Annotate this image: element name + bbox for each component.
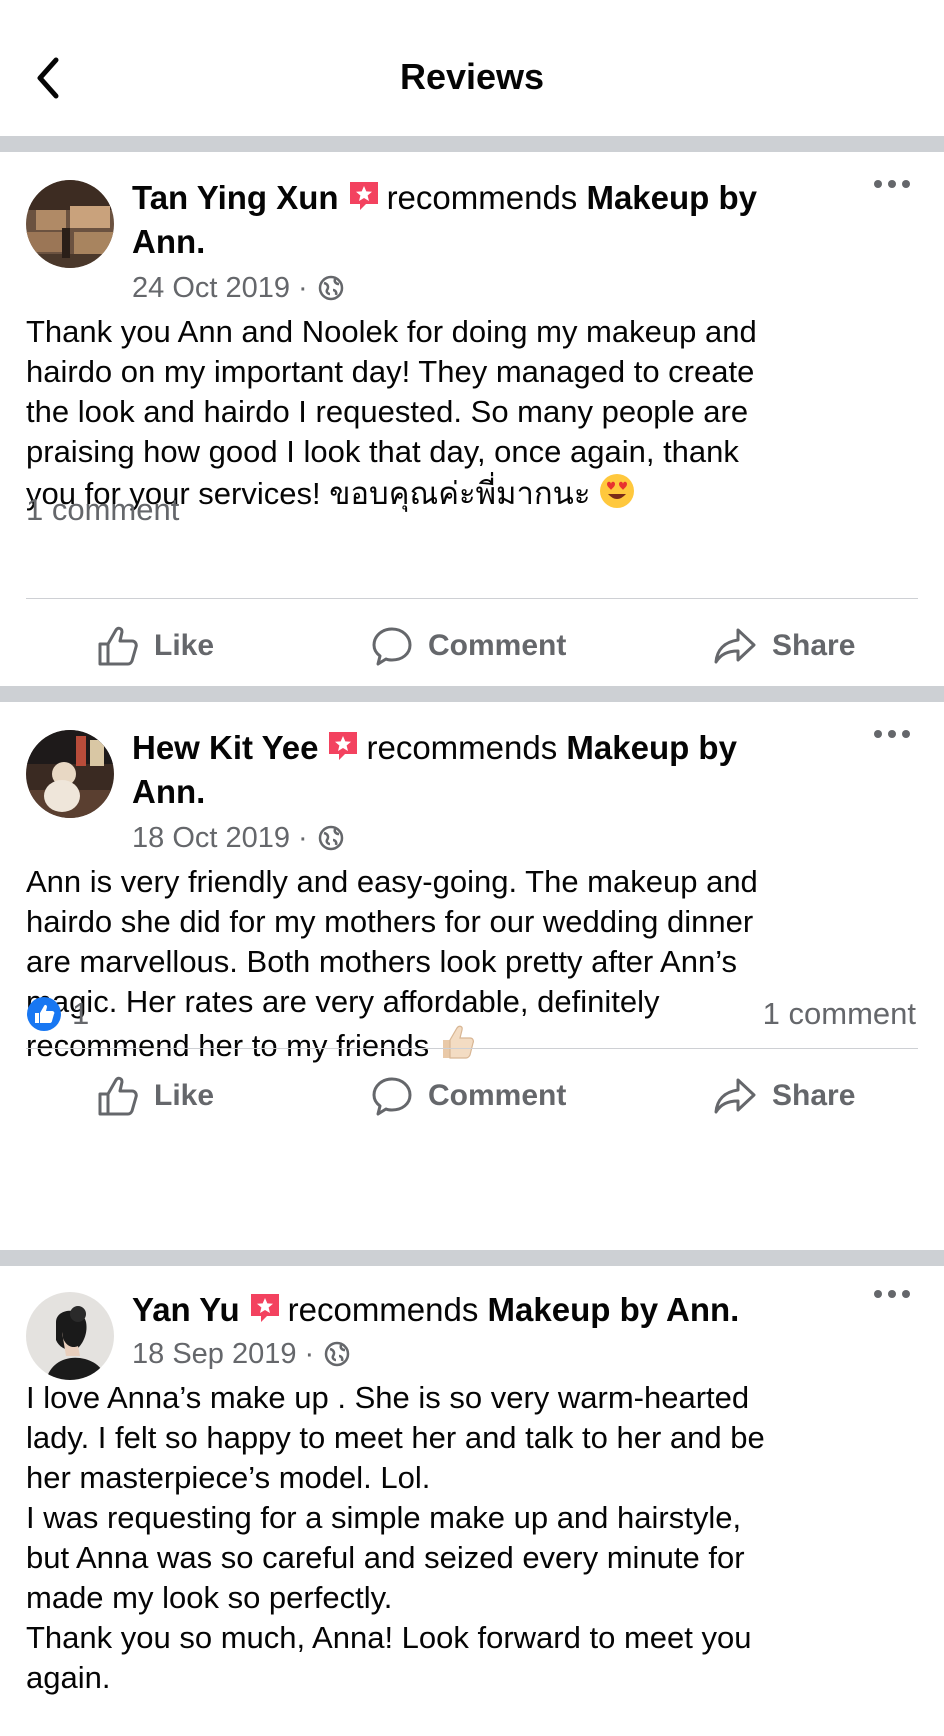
page-name-link[interactable]: Ann. (132, 773, 205, 810)
review-card: Tan Ying Xun recommends Makeup by Ann. 24 … (0, 152, 944, 686)
post-date[interactable]: 18 Oct 2019 (132, 818, 290, 858)
action-bar: Like Comment Share (0, 606, 944, 686)
comment-label: Comment (428, 1079, 567, 1112)
heart-eyes-emoji (600, 474, 635, 508)
comment-count[interactable]: 1 comment (763, 994, 916, 1034)
more-options-button[interactable] (870, 1282, 914, 1306)
like-button[interactable]: Like (96, 1056, 214, 1136)
review-text: Thank you Ann and Noolek for doing my ma… (26, 312, 926, 514)
recommend-badge-icon (349, 182, 378, 210)
comment-count-label: 1 comment (762, 996, 916, 1031)
post-meta: 18 Sep 2019 · (132, 1334, 350, 1374)
comment-bubble-icon (372, 627, 412, 666)
comment-label: Comment (428, 629, 567, 662)
review-text-content: I love Anna’s make up . She is so very w… (26, 1380, 765, 1695)
recommends-text: recommends (366, 729, 558, 766)
post-date[interactable]: 24 Oct 2019 (132, 268, 290, 308)
recommend-badge-icon (329, 732, 358, 760)
comment-count[interactable]: 1 comment (26, 490, 179, 530)
page-name-link[interactable]: Makeup by (586, 179, 757, 216)
author-name[interactable]: Tan Ying Xun (132, 179, 339, 216)
top-bar: Reviews (0, 0, 944, 134)
like-label: Like (154, 629, 215, 662)
page-name-link[interactable]: Ann. (132, 223, 205, 260)
comment-bubble-icon (372, 1077, 412, 1116)
post-meta: 18 Oct 2019 · (132, 818, 344, 858)
meta-dot: · (298, 272, 308, 304)
globe-icon (318, 275, 343, 301)
review-card: Yan Yu recommends Makeup by Ann. 18 Sep 2… (0, 1266, 944, 1736)
review-headline: Hew Kit Yee recommends Makeup by Ann. (132, 726, 848, 814)
section-separator (0, 686, 944, 702)
review-text-content: Thank you Ann and Noolek for doing my ma… (26, 314, 757, 511)
review-headline: Yan Yu recommends Makeup by Ann. (132, 1288, 848, 1332)
like-count-label: 1 (72, 996, 90, 1031)
comment-button[interactable]: Comment (370, 606, 566, 686)
divider (26, 598, 918, 599)
more-options-button[interactable] (870, 172, 914, 196)
globe-icon (324, 1341, 350, 1367)
like-count[interactable]: 1 (26, 994, 89, 1034)
review-headline: Tan Ying Xun recommends Makeup by Ann. (132, 176, 848, 264)
section-separator (0, 1250, 944, 1266)
avatar[interactable] (26, 180, 114, 268)
share-button[interactable]: Share (712, 1056, 855, 1136)
meta-dot: · (298, 822, 308, 854)
thumbs-up-icon (98, 1076, 138, 1116)
share-arrow-icon (714, 628, 756, 664)
share-arrow-icon (714, 1078, 756, 1114)
avatar[interactable] (26, 730, 114, 818)
more-dots-icon (874, 730, 910, 738)
action-bar: Like Comment Share (0, 1056, 944, 1136)
comment-button[interactable]: Comment (370, 1056, 566, 1136)
recommends-text: recommends (386, 179, 578, 216)
page-title: Reviews (399, 56, 545, 97)
like-reaction-icon (27, 997, 61, 1031)
more-dots-icon (874, 1290, 910, 1298)
comment-count-label: 1 comment (26, 492, 180, 527)
divider (26, 1048, 918, 1049)
review-text: Ann is very friendly and easy-going. The… (26, 862, 926, 1066)
share-label: Share (772, 629, 856, 662)
review-text-content: Ann is very friendly and easy-going. The… (26, 864, 758, 1063)
recommends-text: recommends (287, 1291, 479, 1328)
like-label: Like (154, 1079, 215, 1112)
post-date[interactable]: 18 Sep 2019 (132, 1334, 296, 1374)
share-button[interactable]: Share (712, 606, 855, 686)
author-name[interactable]: Hew Kit Yee (132, 729, 318, 766)
page-name-link[interactable]: Makeup by Ann. (488, 1291, 740, 1328)
more-dots-icon (874, 180, 910, 188)
share-label: Share (772, 1079, 856, 1112)
review-text: I love Anna’s make up . She is so very w… (26, 1378, 926, 1698)
post-meta: 24 Oct 2019 · (132, 268, 344, 308)
avatar[interactable] (26, 1292, 114, 1380)
globe-icon (318, 825, 343, 851)
more-options-button[interactable] (870, 722, 914, 746)
thumbs-up-icon (98, 626, 138, 666)
meta-dot: · (304, 1338, 315, 1370)
review-card: Hew Kit Yee recommends Makeup by Ann. 18 O… (0, 702, 944, 1250)
section-separator (0, 136, 944, 152)
author-name[interactable]: Yan Yu (132, 1291, 240, 1328)
recommend-badge-icon (250, 1294, 279, 1322)
page-name-link[interactable]: Makeup by (566, 729, 737, 766)
like-button[interactable]: Like (96, 606, 214, 686)
